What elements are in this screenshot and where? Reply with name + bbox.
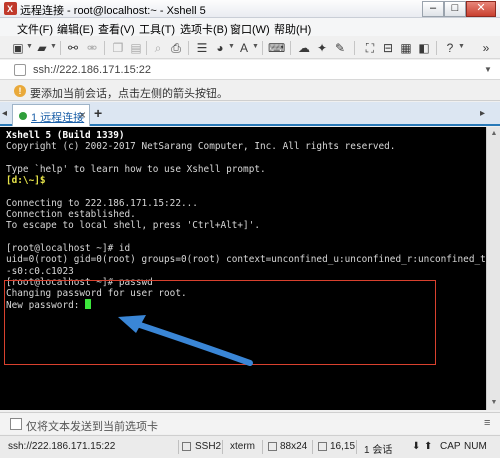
- tab-bar: ◂ 1 远程连接 × + ▸: [0, 102, 500, 126]
- status-address: ssh://222.186.171.15:22: [8, 441, 116, 452]
- status-scroll-up[interactable]: ⬆: [424, 441, 432, 452]
- keyboard-icon[interactable]: ⌨: [268, 40, 285, 56]
- menu-help[interactable]: 帮助(H): [274, 21, 311, 37]
- properties-icon[interactable]: ☰: [194, 40, 210, 56]
- hint-bar: ! 要添加当前会话，点击左侧的箭头按钮。: [0, 81, 500, 101]
- session-icon: [14, 64, 26, 76]
- transparency-icon[interactable]: ◧: [416, 40, 432, 56]
- status-size: 88x24: [280, 441, 308, 452]
- toolbar-separator: [146, 41, 147, 55]
- connection-status-icon: [19, 112, 27, 120]
- tab-scroll-left-icon[interactable]: ◂: [2, 108, 7, 119]
- compose-icon[interactable]: ✎: [332, 40, 348, 56]
- window-title: 远程连接 - root@localhost:~ - Xshell 5: [20, 5, 206, 17]
- status-sessions: 1 会话: [364, 445, 393, 456]
- menu-bar: 文件(F) 编辑(E) 查看(V) 工具(T) 选项卡(B) 窗口(W) 帮助(…: [0, 18, 500, 36]
- toolbar-separator: [60, 41, 61, 55]
- new-tab-button[interactable]: +: [94, 105, 102, 121]
- minimize-button[interactable]: –: [422, 1, 444, 17]
- chevron-down-icon[interactable]: ▼: [458, 43, 465, 50]
- cursor-position-icon: [318, 442, 327, 451]
- color-scheme-icon[interactable]: ◕: [212, 40, 228, 56]
- print-icon[interactable]: ⎙: [168, 40, 184, 56]
- help-icon[interactable]: ?: [442, 40, 458, 56]
- connect-icon[interactable]: ⚯: [65, 40, 81, 56]
- close-button[interactable]: ✕: [466, 1, 496, 17]
- scroll-up-icon[interactable]: ▲: [488, 128, 500, 140]
- menu-tools[interactable]: 工具(T): [139, 21, 175, 37]
- toolbar: ▣ ▼ ▰ ▼ ⚯ ⚮ ❐ ▤ ⌕ ⎙ ☰ ◕ ▼ A ▼ ⌨ ☁ ✦ ✎ ⛶ …: [0, 37, 500, 59]
- menu-window[interactable]: 窗口(W): [230, 21, 270, 37]
- address-bar[interactable]: ssh://222.186.171.15:22 ▼: [0, 60, 500, 80]
- xmanager-icon[interactable]: ✦: [314, 40, 330, 56]
- compose-bar[interactable]: 仅将文本发送到当前选项卡 ≡: [0, 412, 500, 434]
- chevron-down-icon[interactable]: ▼: [50, 43, 57, 50]
- svg-text:X: X: [7, 4, 13, 14]
- paste-icon[interactable]: ▤: [128, 40, 144, 56]
- toolbar-separator: [436, 41, 437, 55]
- menu-tabs[interactable]: 选项卡(B): [180, 21, 228, 37]
- terminal-area[interactable]: Xshell 5 (Build 1339) Copyright (c) 2002…: [0, 127, 486, 410]
- toolbar-separator: [354, 41, 355, 55]
- tab-scroll-right-icon[interactable]: ▸: [480, 108, 485, 119]
- terminal-scrollbar[interactable]: ▲ ▼: [486, 127, 500, 410]
- menu-edit[interactable]: 编辑(E): [57, 21, 94, 37]
- tab-close-icon[interactable]: ×: [79, 108, 86, 122]
- toolbar-separator: [262, 41, 263, 55]
- menu-view[interactable]: 查看(V): [98, 21, 135, 37]
- new-session-icon[interactable]: ▣: [10, 40, 26, 56]
- fullscreen-icon[interactable]: ⛶: [362, 40, 378, 56]
- xshell-app-icon: X: [4, 2, 17, 15]
- status-num: NUM: [464, 441, 487, 452]
- find-icon[interactable]: ⌕: [150, 40, 166, 56]
- hint-text: 要添加当前会话，点击左侧的箭头按钮。: [30, 88, 228, 100]
- chevron-down-icon[interactable]: ▼: [228, 43, 235, 50]
- xftp-icon[interactable]: ☁: [296, 40, 312, 56]
- font-icon[interactable]: A: [236, 40, 252, 56]
- lock-icon[interactable]: ⊟: [380, 40, 396, 56]
- status-terminal-type: xterm: [230, 441, 255, 452]
- lock-icon: [182, 442, 191, 451]
- compose-icon[interactable]: [10, 418, 22, 430]
- status-cursor-position: 16,15: [330, 441, 356, 452]
- address-input[interactable]: ssh://222.186.171.15:22: [33, 64, 151, 76]
- toolbar-separator: [290, 41, 291, 55]
- title-bar: X 远程连接 - root@localhost:~ - Xshell 5 – □…: [0, 0, 500, 18]
- status-protocol: SSH2: [195, 441, 222, 452]
- annotation-arrow: [118, 315, 253, 366]
- menu-icon[interactable]: ≡: [484, 417, 490, 429]
- chevron-down-icon[interactable]: ▼: [252, 43, 259, 50]
- compose-hint[interactable]: 仅将文本发送到当前选项卡: [26, 418, 158, 434]
- status-scroll-down[interactable]: ⬇: [412, 441, 420, 452]
- chevron-down-icon[interactable]: ▼: [484, 65, 492, 74]
- scroll-down-icon[interactable]: ▼: [488, 397, 500, 409]
- bulb-icon[interactable]: !: [14, 85, 26, 97]
- status-separator: [178, 440, 179, 454]
- status-separator: [262, 440, 263, 454]
- tab-remote-connection[interactable]: 1 远程连接 ×: [12, 104, 90, 126]
- copy-icon[interactable]: ❐: [110, 40, 126, 56]
- layout-icon[interactable]: ▦: [398, 40, 414, 56]
- maximize-button[interactable]: □: [444, 1, 466, 17]
- status-bar: ssh://222.186.171.15:22 SSH2 xterm 88x24…: [0, 435, 500, 458]
- tab-label[interactable]: 1 远程连接: [31, 109, 84, 125]
- menu-file[interactable]: 文件(F): [17, 21, 53, 37]
- disconnect-icon[interactable]: ⚮: [84, 40, 100, 56]
- status-separator: [356, 440, 357, 454]
- chevron-down-icon[interactable]: ▼: [26, 43, 33, 50]
- status-caps: CAP: [440, 441, 461, 452]
- toolbar-separator: [188, 41, 189, 55]
- options-icon[interactable]: »: [478, 40, 494, 56]
- status-separator: [222, 440, 223, 454]
- status-separator: [312, 440, 313, 454]
- toolbar-separator: [104, 41, 105, 55]
- open-folder-icon[interactable]: ▰: [34, 40, 50, 56]
- size-icon: [268, 442, 277, 451]
